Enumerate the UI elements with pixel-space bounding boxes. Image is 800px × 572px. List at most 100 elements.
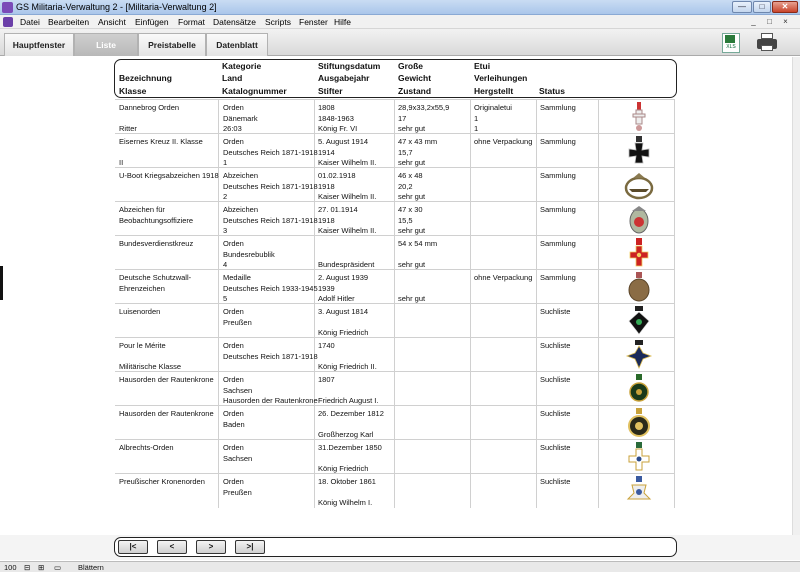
menu-fenster[interactable]: Fenster bbox=[299, 17, 328, 27]
col-groesse[interactable] bbox=[395, 474, 471, 508]
col-etui[interactable] bbox=[471, 168, 537, 202]
tab-hauptfenster[interactable]: Hauptfenster bbox=[4, 33, 74, 56]
col-groesse[interactable]: 47 x 43 mm 15,7 sehr gut bbox=[395, 134, 471, 168]
col-bezeichnung[interactable]: Deutsche Schutzwall- Ehrenzeichen bbox=[115, 270, 219, 304]
tab-datenblatt[interactable]: Datenblatt bbox=[206, 33, 268, 56]
header-katalognummer[interactable]: Katalognummer bbox=[222, 86, 287, 96]
col-stiftung[interactable]: 31.Dezember 1850 König Friedrich bbox=[315, 440, 395, 474]
col-status[interactable]: Suchliste bbox=[537, 372, 599, 406]
table-row[interactable]: Hausorden der Rautenkrone Orden Sachsen Hau… bbox=[115, 371, 675, 406]
table-row[interactable]: Pour le Mérite Militärische Klasse Orden De… bbox=[115, 337, 675, 372]
mdi-close-button[interactable]: × bbox=[780, 16, 791, 27]
col-etui[interactable]: ohne Verpackung bbox=[471, 270, 537, 304]
header-status[interactable]: Status bbox=[539, 86, 565, 96]
col-bezeichnung[interactable]: Eisernes Kreuz II. Klasse II bbox=[115, 134, 219, 168]
col-status[interactable]: Sammlung bbox=[537, 100, 599, 134]
col-bezeichnung[interactable]: U-Boot Kriegsabzeichen 1918 bbox=[115, 168, 219, 202]
col-image[interactable] bbox=[599, 134, 675, 168]
col-bezeichnung[interactable]: Dannebrog Orden Ritter bbox=[115, 100, 219, 134]
col-status[interactable]: Sammlung bbox=[537, 270, 599, 304]
header-bezeichnung[interactable]: Bezeichnung bbox=[119, 73, 172, 83]
mdi-restore-button[interactable]: □ bbox=[764, 16, 775, 27]
col-image[interactable] bbox=[599, 338, 675, 372]
col-bezeichnung[interactable]: Albrechts-Orden bbox=[115, 440, 219, 474]
col-status[interactable]: Suchliste bbox=[537, 304, 599, 338]
table-row[interactable]: Bundesverdienstkreuz Orden Bundesrebublik 4… bbox=[115, 235, 675, 270]
col-bezeichnung[interactable]: Hausorden der Rautenkrone bbox=[115, 406, 219, 440]
col-stiftung[interactable]: 1808 1848-1963 König Fr. VI bbox=[315, 100, 395, 134]
col-status[interactable]: Sammlung bbox=[537, 202, 599, 236]
col-groesse[interactable]: sehr gut bbox=[395, 270, 471, 304]
close-button[interactable]: ✕ bbox=[772, 1, 798, 13]
table-row[interactable]: Dannebrog Orden Ritter Orden Dänemark 26:03 1… bbox=[115, 99, 675, 134]
col-stiftung[interactable]: 01.02.1918 1918 Kaiser Wilhelm II. bbox=[315, 168, 395, 202]
col-image[interactable] bbox=[599, 440, 675, 474]
col-image[interactable] bbox=[599, 474, 675, 508]
col-groesse[interactable] bbox=[395, 338, 471, 372]
table-row[interactable]: Hausorden der Rautenkrone Orden Baden 26. D… bbox=[115, 405, 675, 440]
col-kategorie[interactable]: Orden Sachsen bbox=[219, 440, 315, 474]
table-row[interactable]: U-Boot Kriegsabzeichen 1918 Abzeichen Deut… bbox=[115, 167, 675, 202]
header-zustand[interactable]: Zustand bbox=[398, 86, 431, 96]
header-groesse[interactable]: Große bbox=[398, 61, 423, 71]
document-icon[interactable] bbox=[3, 17, 13, 27]
col-groesse[interactable]: 46 x 48 20,2 sehr gut bbox=[395, 168, 471, 202]
col-stiftung[interactable]: 5. August 1914 1914 Kaiser Wilhelm II. bbox=[315, 134, 395, 168]
menu-einfuegen[interactable]: Einfügen bbox=[135, 17, 169, 27]
col-etui[interactable] bbox=[471, 440, 537, 474]
header-etui[interactable]: Etui bbox=[474, 61, 490, 71]
col-kategorie[interactable]: Abzeichen Deutsches Reich 1871-1918 3 bbox=[219, 202, 318, 236]
col-image[interactable] bbox=[599, 372, 675, 406]
col-image[interactable] bbox=[599, 304, 675, 338]
menu-format[interactable]: Format bbox=[178, 17, 205, 27]
col-status[interactable]: Suchliste bbox=[537, 338, 599, 372]
table-row[interactable]: Deutsche Schutzwall- Ehrenzeichen Medaille… bbox=[115, 269, 675, 304]
col-bezeichnung[interactable]: Bundesverdienstkreuz bbox=[115, 236, 219, 270]
zoom-level[interactable]: 100 bbox=[4, 563, 17, 572]
table-row[interactable]: Albrechts-Orden Orden Sachsen 31.Dezember 1… bbox=[115, 439, 675, 474]
col-kategorie[interactable]: Orden Bundesrebublik 4 bbox=[219, 236, 315, 270]
header-stifter[interactable]: Stifter bbox=[318, 86, 343, 96]
col-status[interactable]: Sammlung bbox=[537, 168, 599, 202]
col-stiftung[interactable]: 1807 Friedrich August I. bbox=[315, 372, 395, 406]
col-bezeichnung[interactable]: Preußischer Kronenorden bbox=[115, 474, 219, 508]
col-kategorie[interactable]: Orden Preußen bbox=[219, 474, 315, 508]
last-record-button[interactable]: >| bbox=[235, 540, 265, 554]
col-image[interactable] bbox=[599, 168, 675, 202]
menu-datensaetze[interactable]: Datensätze bbox=[213, 17, 256, 27]
menu-bearbeiten[interactable]: Bearbeiten bbox=[48, 17, 89, 27]
col-image[interactable] bbox=[599, 100, 675, 134]
col-kategorie[interactable]: Orden Sachsen Hausorden der Rautenkrone bbox=[219, 372, 318, 406]
col-image[interactable] bbox=[599, 406, 675, 440]
mdi-minimize-button[interactable]: _ bbox=[748, 16, 759, 27]
zoom-in-icon[interactable]: ⊞ bbox=[38, 563, 44, 572]
col-etui[interactable]: Originaletui 1 1 bbox=[471, 100, 537, 134]
col-etui[interactable] bbox=[471, 202, 537, 236]
col-stiftung[interactable]: 26. Dezember 1812 Großherzog Karl bbox=[315, 406, 395, 440]
menu-hilfe[interactable]: Hilfe bbox=[334, 17, 351, 27]
col-groesse[interactable]: 47 x 30 15,5 sehr gut bbox=[395, 202, 471, 236]
col-etui[interactable] bbox=[471, 372, 537, 406]
tab-liste[interactable]: Liste bbox=[74, 33, 138, 56]
col-kategorie[interactable]: Medaille Deutsches Reich 1933-1945 5 bbox=[219, 270, 318, 304]
col-groesse[interactable]: 54 x 54 mm sehr gut bbox=[395, 236, 471, 270]
next-record-button[interactable]: > bbox=[196, 540, 226, 554]
col-kategorie[interactable]: Orden Deutsches Reich 1871-1918 bbox=[219, 338, 318, 372]
col-image[interactable] bbox=[599, 202, 675, 236]
col-kategorie[interactable]: Orden Preußen bbox=[219, 304, 315, 338]
col-kategorie[interactable]: Orden Dänemark 26:03 bbox=[219, 100, 315, 134]
col-groesse[interactable] bbox=[395, 406, 471, 440]
col-image[interactable] bbox=[599, 270, 675, 304]
col-etui[interactable] bbox=[471, 474, 537, 508]
header-ausgabejahr[interactable]: Ausgabejahr bbox=[318, 73, 370, 83]
col-kategorie[interactable]: Abzeichen Deutsches Reich 1871-1918 2 bbox=[219, 168, 318, 202]
header-hergestellt[interactable]: Hergstellt bbox=[474, 86, 513, 96]
col-stiftung[interactable]: 2. August 1939 1939 Adolf Hitler bbox=[315, 270, 395, 304]
col-groesse[interactable]: 28,9x33,2x55,9 17 sehr gut bbox=[395, 100, 471, 134]
col-status[interactable]: Sammlung bbox=[537, 134, 599, 168]
col-stiftung[interactable]: Bundespräsident bbox=[315, 236, 395, 270]
minimize-button[interactable]: — bbox=[732, 1, 752, 13]
col-etui[interactable]: ohne Verpackung bbox=[471, 134, 537, 168]
col-kategorie[interactable]: Orden Baden bbox=[219, 406, 315, 440]
col-groesse[interactable] bbox=[395, 372, 471, 406]
